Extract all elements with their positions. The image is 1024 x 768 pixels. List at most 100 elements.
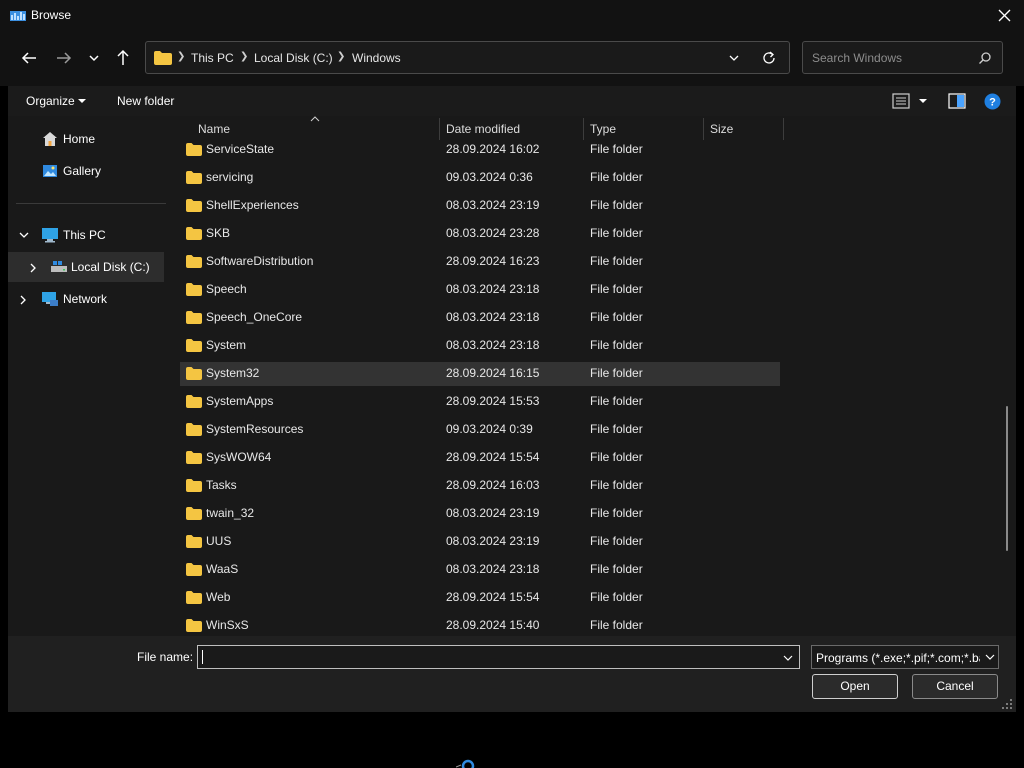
chevron-right-icon[interactable]	[28, 262, 38, 274]
breadcrumb-local-disk[interactable]: Local Disk (C:)	[254, 51, 333, 65]
column-header-size[interactable]: Size	[710, 122, 733, 136]
file-row[interactable]: SKB 08.03.2024 23:28 File folder	[180, 222, 780, 246]
folder-icon	[186, 255, 202, 268]
file-type-select[interactable]: Programs (*.exe;*.pif;*.com;*.bat;*.cmd)	[811, 645, 999, 669]
file-row[interactable]: WaaS 08.03.2024 23:18 File folder	[180, 558, 780, 582]
sidebar-item-local-disk[interactable]: Local Disk (C:)	[8, 252, 164, 282]
file-row[interactable]: Tasks 28.09.2024 16:03 File folder	[180, 474, 780, 498]
sidebar-divider	[16, 203, 166, 204]
file-date-cell: 28.09.2024 15:54	[446, 590, 540, 604]
file-type-cell: File folder	[590, 422, 643, 436]
file-row[interactable]: SysWOW64 28.09.2024 15:54 File folder	[180, 446, 780, 470]
view-details-icon[interactable]	[892, 93, 910, 109]
text-caret	[202, 650, 203, 664]
file-name-cell: SystemResources	[206, 422, 304, 436]
open-button[interactable]: Open	[812, 674, 898, 699]
close-icon	[998, 9, 1011, 22]
address-bar[interactable]: ❯ This PC ❯ Local Disk (C:) ❯ Windows	[145, 41, 790, 74]
file-row[interactable]: Speech 08.03.2024 23:18 File folder	[180, 278, 780, 302]
file-type-dropdown[interactable]	[980, 646, 998, 668]
file-date-cell: 08.03.2024 23:28	[446, 226, 540, 240]
resize-grip-icon[interactable]	[1001, 698, 1013, 710]
back-button[interactable]	[16, 44, 44, 72]
close-button[interactable]	[984, 0, 1024, 32]
file-row[interactable]: twain_32 08.03.2024 23:19 File folder	[180, 502, 780, 526]
folder-icon	[186, 479, 202, 492]
preview-pane-icon[interactable]	[948, 93, 966, 109]
column-divider[interactable]	[583, 118, 584, 140]
sidebar-item-network[interactable]: Network	[8, 284, 164, 314]
file-type-cell: File folder	[590, 366, 643, 380]
chevron-down-icon[interactable]	[18, 230, 30, 240]
file-type-cell: File folder	[590, 170, 643, 184]
file-name-input[interactable]	[197, 645, 800, 669]
file-name-cell: servicing	[206, 170, 254, 184]
file-row[interactable]: System32 28.09.2024 16:15 File folder	[180, 362, 780, 386]
address-dropdown-icon[interactable]	[726, 51, 742, 65]
breadcrumb-this-pc[interactable]: This PC	[191, 51, 234, 65]
new-folder-button[interactable]: New folder	[117, 94, 174, 108]
column-header-name[interactable]: Name	[198, 122, 230, 136]
up-button[interactable]	[110, 44, 138, 72]
folder-icon	[186, 227, 202, 240]
breadcrumb-windows[interactable]: Windows	[352, 51, 401, 65]
file-row[interactable]: Speech_OneCore 08.03.2024 23:18 File folde…	[180, 306, 780, 330]
vertical-scrollbar[interactable]	[1006, 406, 1008, 551]
file-row[interactable]: ServiceState 28.09.2024 16:02 File folder	[180, 138, 780, 162]
file-row[interactable]: Web 28.09.2024 15:54 File folder	[180, 586, 780, 610]
taskbar-partial-icon	[456, 759, 475, 768]
file-name-label: File name:	[137, 650, 194, 664]
file-type-cell: File folder	[590, 506, 643, 520]
file-type-cell: File folder	[590, 590, 643, 604]
file-row[interactable]: SystemApps 28.09.2024 15:53 File folder	[180, 390, 780, 414]
sidebar-item-label: Local Disk (C:)	[71, 260, 150, 274]
navigation-bar: ❯ This PC ❯ Local Disk (C:) ❯ Windows Se…	[0, 32, 1024, 86]
file-date-cell: 28.09.2024 15:40	[446, 618, 540, 632]
file-row[interactable]: WinSxS 28.09.2024 15:40 File folder	[180, 614, 780, 636]
file-name-cell: SKB	[206, 226, 231, 240]
breadcrumb-separator-icon: ❯	[240, 51, 249, 62]
sidebar-item-home[interactable]: Home	[8, 124, 164, 154]
search-icon[interactable]	[978, 51, 992, 65]
chevron-right-icon[interactable]	[18, 294, 28, 306]
computer-icon	[42, 228, 58, 243]
file-date-cell: 09.03.2024 0:36	[446, 170, 533, 184]
dialog-footer: File name: Programs (*.exe;*.pif;*.com;*…	[8, 636, 1016, 712]
file-name-cell: Speech	[206, 282, 247, 296]
breadcrumb-separator-icon: ❯	[337, 51, 346, 62]
view-options-dropdown-icon[interactable]	[918, 97, 928, 105]
cancel-button[interactable]: Cancel	[912, 674, 998, 699]
organize-button[interactable]: Organize	[26, 94, 75, 108]
file-date-cell: 08.03.2024 23:18	[446, 338, 540, 352]
forward-button[interactable]	[50, 44, 78, 72]
file-row[interactable]: ShellExperiences 08.03.2024 23:19 File fol…	[180, 194, 780, 218]
file-row[interactable]: servicing 09.03.2024 0:36 File folder	[180, 166, 780, 190]
help-icon[interactable]: ?	[984, 93, 1001, 110]
refresh-icon[interactable]	[761, 50, 777, 66]
folder-icon	[186, 423, 202, 436]
column-divider[interactable]	[703, 118, 704, 140]
folder-icon	[186, 143, 202, 156]
column-header-date[interactable]: Date modified	[446, 122, 520, 136]
sidebar-item-gallery[interactable]: Gallery	[8, 156, 164, 186]
file-row[interactable]: UUS 08.03.2024 23:19 File folder	[180, 530, 780, 554]
file-row[interactable]: SoftwareDistribution 28.09.2024 16:23 File…	[180, 250, 780, 274]
recent-locations-button[interactable]	[81, 44, 109, 72]
file-date-cell: 09.03.2024 0:39	[446, 422, 533, 436]
file-row[interactable]: System 08.03.2024 23:18 File folder	[180, 334, 780, 358]
column-header-type[interactable]: Type	[590, 122, 616, 136]
chevron-down-icon	[985, 654, 995, 660]
file-date-cell: 08.03.2024 23:19	[446, 534, 540, 548]
chevron-down-icon[interactable]	[781, 652, 795, 664]
sidebar-item-this-pc[interactable]: This PC	[8, 220, 164, 250]
sidebar-item-label: Network	[63, 292, 108, 306]
search-box[interactable]: Search Windows	[802, 41, 1003, 74]
file-type-cell: File folder	[590, 338, 643, 352]
file-name-cell: System	[206, 338, 247, 352]
file-type-cell: File folder	[590, 226, 643, 240]
column-divider[interactable]	[783, 118, 784, 140]
file-row[interactable]: SystemResources 09.03.2024 0:39 File folde…	[180, 418, 780, 442]
folder-icon	[186, 339, 202, 352]
file-type-cell: File folder	[590, 198, 643, 212]
column-divider[interactable]	[439, 118, 440, 140]
